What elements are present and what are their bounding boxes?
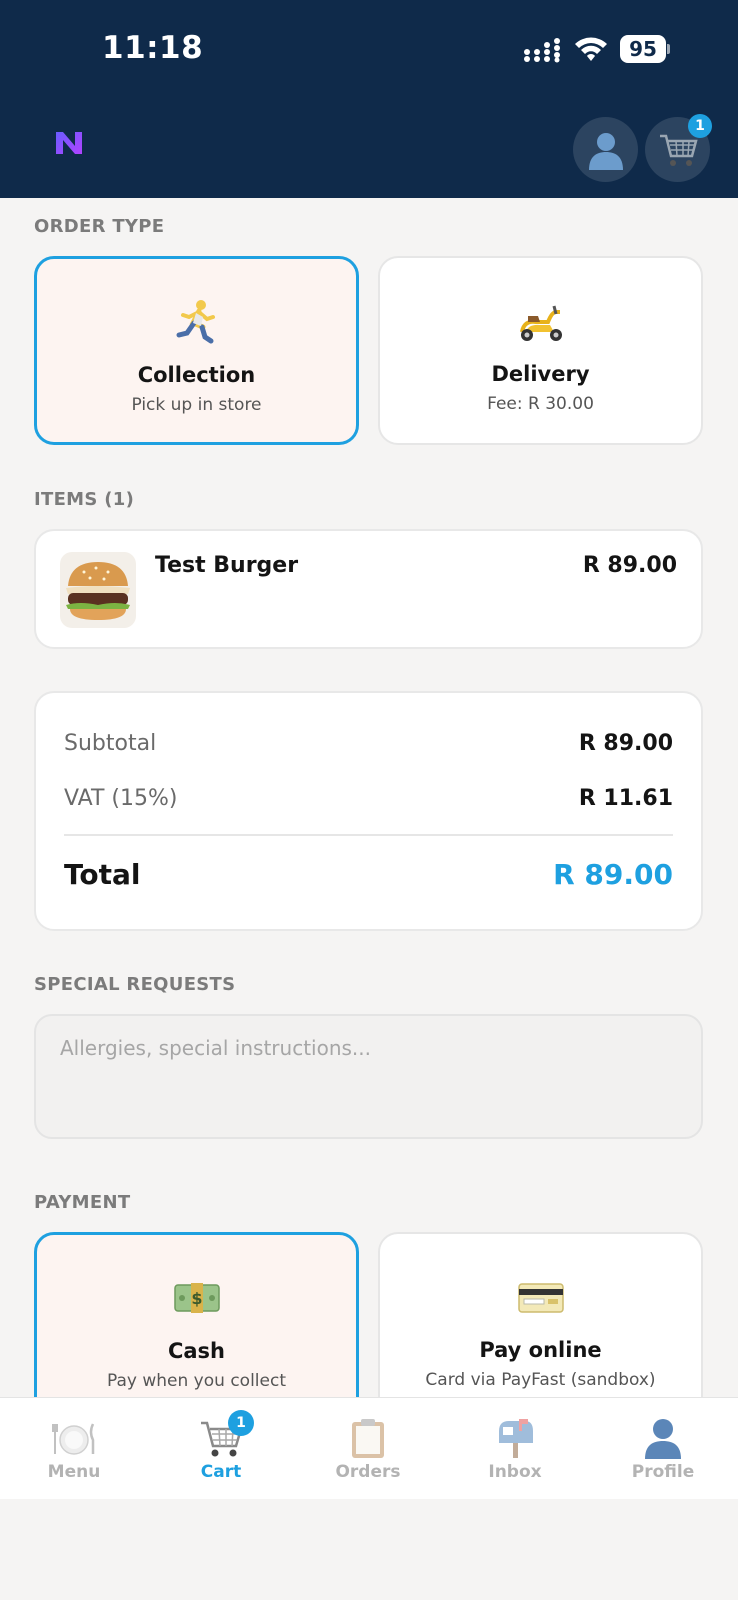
nav-cart-label: Cart — [200, 1462, 242, 1482]
nav-profile-label: Profile — [631, 1462, 695, 1482]
pay-online-subtitle: Card via PayFast (sandbox) — [425, 1370, 656, 1390]
order-totals: Subtotal R 89.00 VAT (15%) R 11.61 Total… — [34, 691, 703, 931]
battery-icon: 95 — [620, 35, 670, 63]
totals-divider — [64, 834, 673, 836]
status-time: 11:18 — [102, 30, 204, 66]
profile-icon — [608, 1416, 718, 1460]
payment-label: PAYMENT — [34, 1192, 131, 1213]
total-value: R 89.00 — [553, 858, 673, 891]
pay-online-title: Pay online — [479, 1338, 602, 1362]
cash-icon: $ — [37, 1273, 356, 1323]
items-label: ITEMS (1) — [34, 489, 135, 510]
cash-title: Cash — [167, 1339, 226, 1363]
cart-icon — [659, 134, 698, 166]
cart-count-badge: 1 — [688, 114, 712, 138]
collection-subtitle: Pick up in store — [131, 395, 262, 415]
cash-subtitle: Pay when you collect — [107, 1371, 286, 1391]
header-profile-button[interactable] — [573, 117, 638, 182]
delivery-subtitle: Fee: R 30.00 — [487, 394, 594, 414]
cart-icon — [166, 1416, 276, 1460]
order-type-delivery[interactable]: Delivery Fee: R 30.00 — [378, 256, 703, 445]
total-label: Total — [64, 858, 141, 891]
special-requests-input[interactable] — [34, 1014, 703, 1139]
cellular-signal-icon — [524, 38, 560, 63]
item-name: Test Burger — [155, 553, 299, 578]
order-type-label: ORDER TYPE — [34, 216, 165, 237]
nav-cart-badge: 1 — [228, 1410, 254, 1436]
card-icon — [380, 1272, 701, 1322]
scooter-icon — [380, 296, 701, 346]
vat-label: VAT (15%) — [64, 786, 178, 811]
collection-title: Collection — [137, 363, 256, 387]
special-requests-label: SPECIAL REQUESTS — [34, 974, 236, 995]
plate-icon — [19, 1416, 129, 1460]
nav-inbox[interactable]: Inbox — [460, 1398, 570, 1500]
nav-orders[interactable]: Orders — [313, 1398, 423, 1500]
nav-profile[interactable]: Profile — [608, 1398, 718, 1500]
nav-cart[interactable]: 1 Cart — [166, 1398, 276, 1500]
profile-icon — [588, 132, 623, 170]
mailbox-icon — [460, 1416, 570, 1460]
item-price: R 89.00 — [582, 553, 677, 578]
bottom-nav: Menu 1 Cart Orders Inbox Profile — [0, 1397, 738, 1499]
order-type-collection[interactable]: Collection Pick up in store — [34, 256, 359, 445]
app-header: 11:18 95 1 — [0, 0, 738, 198]
app-logo[interactable] — [54, 130, 84, 156]
subtotal-value: R 89.00 — [578, 731, 673, 756]
subtotal-label: Subtotal — [64, 731, 157, 756]
vat-value: R 11.61 — [578, 786, 673, 811]
runner-icon — [37, 297, 356, 347]
burger-image — [60, 552, 136, 628]
svg-text:$: $ — [191, 1289, 202, 1308]
delivery-title: Delivery — [491, 362, 590, 386]
nav-orders-label: Orders — [335, 1462, 401, 1482]
clipboard-icon — [313, 1416, 423, 1460]
nav-menu-label: Menu — [47, 1462, 101, 1482]
battery-level: 95 — [629, 37, 657, 61]
cart-item[interactable]: Test Burger R 89.00 — [34, 529, 703, 649]
nav-menu[interactable]: Menu — [19, 1398, 129, 1500]
wifi-icon — [575, 37, 607, 61]
nav-inbox-label: Inbox — [488, 1462, 542, 1482]
